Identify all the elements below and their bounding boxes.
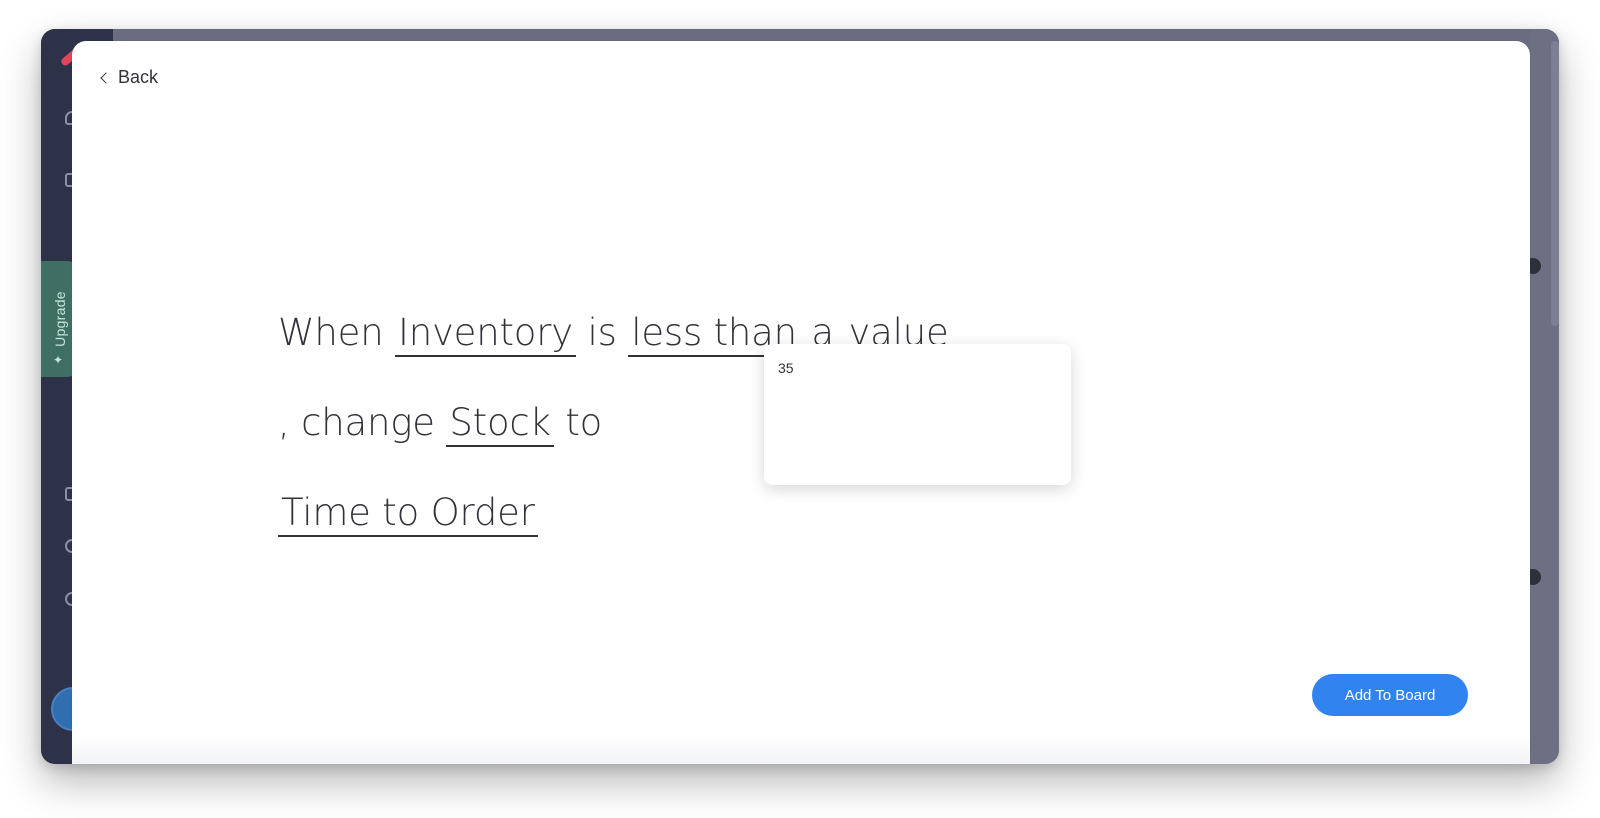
recipe-text-change: , change <box>278 401 447 444</box>
value-popover <box>764 344 1071 485</box>
board-background <box>1525 29 1559 764</box>
recipe-text-when: When <box>278 311 396 354</box>
bottom-fade <box>72 734 1530 764</box>
value-input[interactable] <box>778 356 1058 380</box>
target-column-field[interactable]: Stock <box>446 401 554 447</box>
chevron-left-icon <box>100 72 112 84</box>
add-to-board-button[interactable]: Add To Board <box>1312 674 1468 716</box>
sparkle-icon: ✦ <box>53 353 64 367</box>
back-button[interactable]: Back <box>100 67 159 88</box>
trigger-column-field[interactable]: Inventory <box>395 311 576 357</box>
scrollbar[interactable] <box>1551 41 1559 326</box>
recipe-text-is: is <box>575 311 629 354</box>
recipe-text-to: to <box>553 401 614 444</box>
back-label: Back <box>118 67 159 87</box>
upgrade-label: Upgrade <box>52 291 68 347</box>
automation-modal: Back When Inventory is less than a value… <box>72 41 1530 764</box>
new-status-field[interactable]: Time to Order <box>278 491 538 537</box>
